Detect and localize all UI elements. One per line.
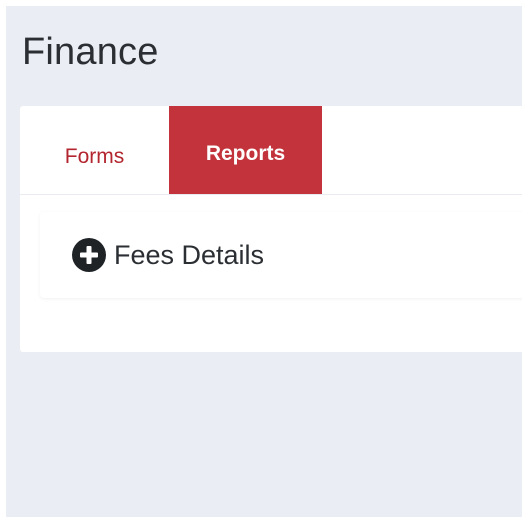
app-background: Finance Forms Reports Fees Details	[6, 6, 522, 517]
plus-circle-icon	[72, 238, 106, 272]
tab-reports[interactable]: Reports	[169, 106, 322, 194]
page-title: Finance	[22, 31, 159, 73]
tab-bar: Forms Reports	[20, 106, 522, 195]
tab-forms[interactable]: Forms	[20, 106, 169, 194]
accordion-item-fees-details[interactable]: Fees Details	[40, 212, 522, 298]
finance-panel: Forms Reports Fees Details	[20, 106, 522, 352]
accordion-label: Fees Details	[114, 240, 265, 270]
